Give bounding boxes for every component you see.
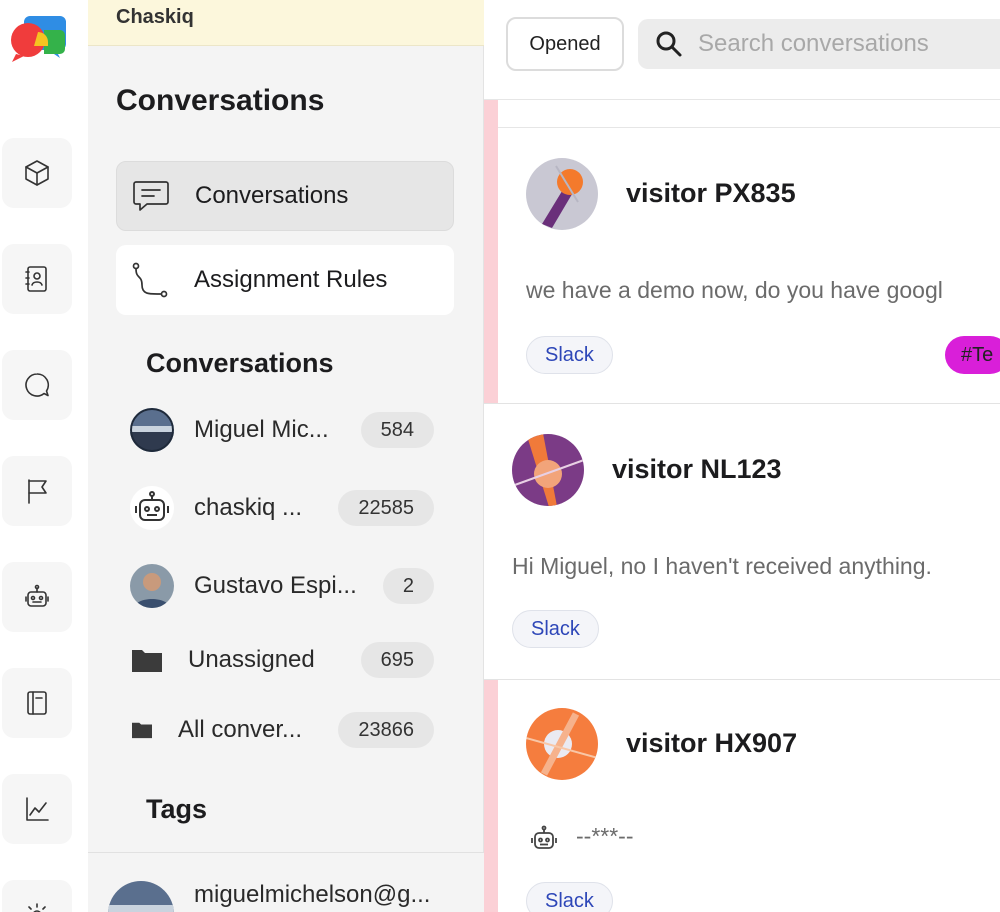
chat-bubble-icon bbox=[133, 181, 169, 211]
rail-bots-button[interactable] bbox=[2, 562, 72, 632]
search-box bbox=[638, 19, 1000, 69]
visitor-name: visitor NL123 bbox=[612, 454, 782, 484]
nav-item-label: Conversations bbox=[195, 182, 349, 209]
search-icon bbox=[656, 31, 682, 57]
avatar bbox=[526, 708, 598, 780]
rail-campaigns-button[interactable] bbox=[2, 456, 72, 526]
chat-icon bbox=[25, 373, 50, 397]
app-window: Chaskiq Conversations Conversations Assi… bbox=[0, 0, 1000, 912]
unread-stripe bbox=[484, 128, 498, 403]
rail-conversations-button[interactable] bbox=[2, 350, 72, 420]
rail-contacts-button[interactable] bbox=[2, 244, 72, 314]
chart-icon bbox=[26, 797, 49, 821]
avatar bbox=[130, 408, 174, 452]
avatar bbox=[108, 881, 174, 912]
app-name: Chaskiq bbox=[116, 6, 194, 28]
app-name-bar: Chaskiq bbox=[88, 0, 484, 46]
channel-badge: Slack bbox=[526, 882, 613, 912]
search-input[interactable] bbox=[698, 30, 998, 58]
previous-card-stripe bbox=[484, 100, 498, 128]
count-badge: 22585 bbox=[338, 490, 434, 526]
last-message: Hi Miguel, no I haven't received anythin… bbox=[512, 553, 932, 579]
tag-badge[interactable]: #Te bbox=[945, 336, 1000, 374]
user-footer[interactable]: miguelmichelson@g... bbox=[88, 852, 484, 912]
agent-filter-miguel[interactable]: Miguel Mic... 584 bbox=[130, 405, 434, 455]
section-title-conversations: Conversations bbox=[146, 348, 334, 378]
section-title-tags: Tags bbox=[146, 794, 208, 824]
contacts-icon bbox=[25, 266, 47, 292]
avatar bbox=[512, 434, 584, 506]
channel-badge: Slack bbox=[512, 610, 599, 648]
robot-icon bbox=[531, 825, 557, 849]
rail-help-center-button[interactable] bbox=[2, 668, 72, 738]
conversation-card[interactable]: visitor HX907 --***-- Slack bbox=[484, 680, 1000, 912]
visitor-name: visitor PX835 bbox=[626, 178, 796, 208]
folder-filter-all-conversations[interactable]: All conver... 23866 bbox=[130, 705, 434, 755]
folder-filter-unassigned[interactable]: Unassigned 695 bbox=[130, 635, 434, 685]
agent-label: Miguel Mic... bbox=[194, 416, 329, 443]
agent-label: Gustavo Espi... bbox=[194, 572, 357, 599]
conversation-card[interactable]: visitor PX835 we have a demo now, do you… bbox=[484, 128, 1000, 404]
count-badge: 23866 bbox=[338, 712, 434, 748]
folder-label: All conver... bbox=[178, 716, 303, 743]
agent-filter-gustavo[interactable]: Gustavo Espi... 2 bbox=[130, 561, 434, 611]
rail-reports-button[interactable] bbox=[2, 774, 72, 844]
rail-platform-button[interactable] bbox=[2, 138, 72, 208]
folder-label: Unassigned bbox=[188, 646, 315, 673]
conversation-list: Opened visitor PX835 we have a demo now,… bbox=[484, 0, 1000, 912]
agent-filter-chaskiq-bot[interactable]: chaskiq ... 22585 bbox=[130, 483, 434, 533]
count-badge: 584 bbox=[360, 412, 434, 448]
chaskiq-logo[interactable] bbox=[8, 12, 68, 64]
icon-rail bbox=[0, 0, 88, 912]
folder-icon bbox=[130, 638, 174, 682]
count-badge: 695 bbox=[360, 642, 434, 678]
nav-item-assignment-rules[interactable]: Assignment Rules bbox=[116, 245, 454, 315]
folder-icon bbox=[130, 708, 166, 752]
nav-item-label: Assignment Rules bbox=[194, 266, 388, 293]
list-toolbar: Opened bbox=[484, 0, 1000, 100]
avatar bbox=[526, 158, 598, 230]
status-filter-button[interactable]: Opened bbox=[506, 17, 624, 71]
user-email: miguelmichelson@g... bbox=[194, 881, 431, 908]
robot-icon bbox=[130, 486, 174, 530]
avatar bbox=[130, 564, 174, 608]
gear-icon bbox=[28, 903, 46, 912]
nav-item-conversations[interactable]: Conversations bbox=[116, 161, 454, 231]
channel-badge: Slack bbox=[526, 336, 613, 374]
agent-label: chaskiq ... bbox=[194, 494, 303, 521]
conversations-sidebar: Chaskiq Conversations Conversations Assi… bbox=[88, 0, 484, 912]
rail-settings-button[interactable] bbox=[2, 880, 72, 912]
last-message: we have a demo now, do you have googl bbox=[526, 277, 943, 303]
route-icon bbox=[132, 262, 168, 298]
flag-icon bbox=[28, 479, 47, 504]
book-icon bbox=[27, 691, 47, 715]
robot-icon bbox=[25, 584, 49, 607]
sidebar-title: Conversations bbox=[116, 84, 325, 117]
cube-icon bbox=[25, 160, 49, 186]
count-badge: 2 bbox=[382, 568, 434, 604]
conversation-card[interactable]: visitor NL123 Hi Miguel, no I haven't re… bbox=[484, 404, 1000, 680]
last-message: --***-- bbox=[576, 823, 634, 849]
unread-stripe bbox=[484, 680, 498, 912]
visitor-name: visitor HX907 bbox=[626, 728, 798, 758]
